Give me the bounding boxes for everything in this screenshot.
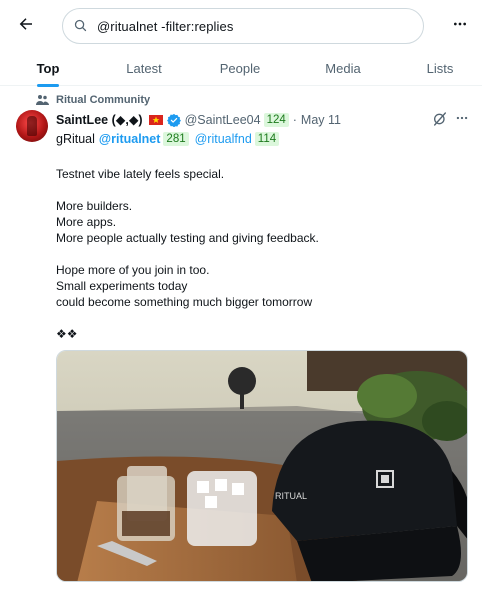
mention-badge: 114	[254, 132, 280, 146]
text-line: ❖❖	[56, 327, 78, 341]
author-handle[interactable]: @SaintLee04	[185, 113, 261, 127]
mention-ritualfnd[interactable]: @ritualfnd	[195, 132, 252, 146]
flag-icon	[148, 114, 163, 125]
tab-media[interactable]: Media	[288, 50, 398, 86]
tab-label: Top	[36, 60, 60, 76]
search-input[interactable]: @ritualnet -filter:replies	[62, 8, 424, 44]
text-line: More builders.	[56, 199, 133, 213]
tab-people[interactable]: People	[192, 50, 288, 86]
back-arrow-icon[interactable]	[14, 12, 38, 36]
paragraph: Hope more of you join in too. Small expe…	[56, 262, 456, 310]
post[interactable]: Ritual Community SaintLee (◆,◆) @SaintLe…	[0, 86, 482, 593]
verified-icon	[166, 113, 181, 127]
community-label[interactable]: Ritual Community	[36, 94, 150, 106]
post-text: Testnet vibe lately feels special. More …	[56, 166, 456, 358]
post-mentions: gRitual @ritualnet 281 @ritualfnd 114	[56, 132, 280, 146]
tab-label: People	[219, 60, 261, 76]
paragraph: More builders. More apps. More people ac…	[56, 198, 456, 246]
search-tabs: Top Latest People Media Lists	[0, 50, 482, 87]
text-line: could become something much bigger tomor…	[56, 295, 313, 309]
cap-text: RITUAL	[275, 491, 307, 501]
mention-badge: 281	[163, 132, 189, 146]
tab-label: Latest	[126, 60, 162, 76]
author-name[interactable]: SaintLee (◆,◆)	[56, 112, 143, 127]
post-date[interactable]: May 11	[301, 113, 341, 127]
tab-label: Lists	[426, 60, 454, 76]
photo-illustration: RITUAL	[57, 351, 467, 581]
tab-latest[interactable]: Latest	[96, 50, 192, 86]
post-header: SaintLee (◆,◆) @SaintLee04 124 · May 11	[56, 112, 341, 127]
line-prefix: gRitual	[56, 132, 95, 146]
community-name[interactable]: Ritual Community	[56, 94, 150, 106]
text-line: Testnet vibe lately feels special.	[56, 167, 225, 181]
more-icon[interactable]	[448, 12, 472, 36]
paragraph: Testnet vibe lately feels special.	[56, 166, 456, 182]
grok-icon[interactable]	[432, 111, 448, 127]
tab-label: Media	[325, 60, 361, 76]
text-line: Hope more of you join in too.	[56, 263, 210, 277]
handle-badge: 124	[263, 112, 289, 127]
text-line: More people actually testing and giving …	[56, 231, 319, 245]
text-line: Small experiments today	[56, 279, 188, 293]
separator-dot: ·	[292, 112, 297, 127]
post-image[interactable]: RITUAL	[56, 350, 468, 582]
tab-lists[interactable]: Lists	[398, 50, 482, 86]
top-bar: @ritualnet -filter:replies	[0, 0, 482, 50]
mention-ritualnet[interactable]: @ritualnet	[99, 132, 161, 146]
text-line: More apps.	[56, 215, 117, 229]
tab-top[interactable]: Top	[0, 50, 96, 87]
community-icon	[36, 94, 49, 106]
search-icon	[73, 18, 89, 34]
paragraph: ❖❖	[56, 326, 456, 342]
search-query[interactable]: @ritualnet -filter:replies	[97, 19, 233, 34]
avatar[interactable]	[16, 110, 48, 142]
more-icon[interactable]	[454, 110, 470, 126]
